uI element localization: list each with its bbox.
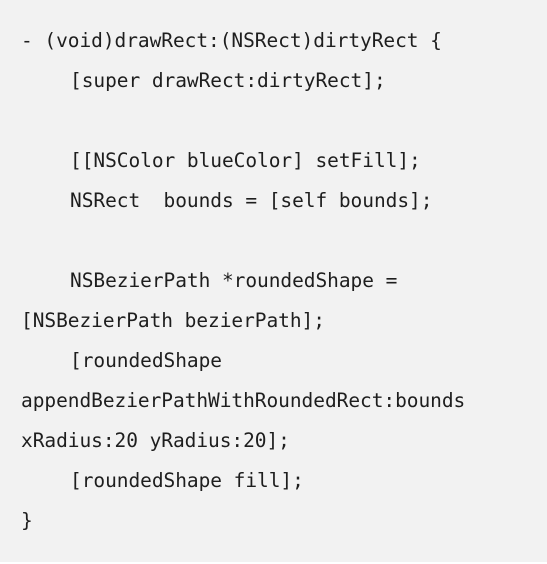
- code-line-set-fill: [[NSColor blueColor] setFill];: [70, 149, 421, 172]
- code-line-closing-brace: }: [21, 509, 33, 532]
- code-block: - (void)drawRect:(NSRect)dirtyRect { [su…: [0, 0, 547, 562]
- code-line-radius-args: xRadius:20 yRadius:20];: [21, 429, 290, 452]
- code-line-fill: [roundedShape fill];: [70, 469, 304, 492]
- code-line-rounded-shape: [roundedShape: [70, 349, 222, 372]
- code-line-bounds: NSRect bounds = [self bounds];: [70, 189, 433, 212]
- code-line-path-declaration: NSBezierPath *roundedShape =: [70, 269, 398, 292]
- code-line-super-call: [super drawRect:dirtyRect];: [70, 69, 386, 92]
- code-line-path-init: [NSBezierPath bezierPath];: [21, 309, 325, 332]
- code-line-append-rounded-rect: appendBezierPathWithRoundedRect:bounds: [21, 389, 466, 412]
- code-line-method-signature: - (void)drawRect:(NSRect)dirtyRect {: [21, 29, 442, 52]
